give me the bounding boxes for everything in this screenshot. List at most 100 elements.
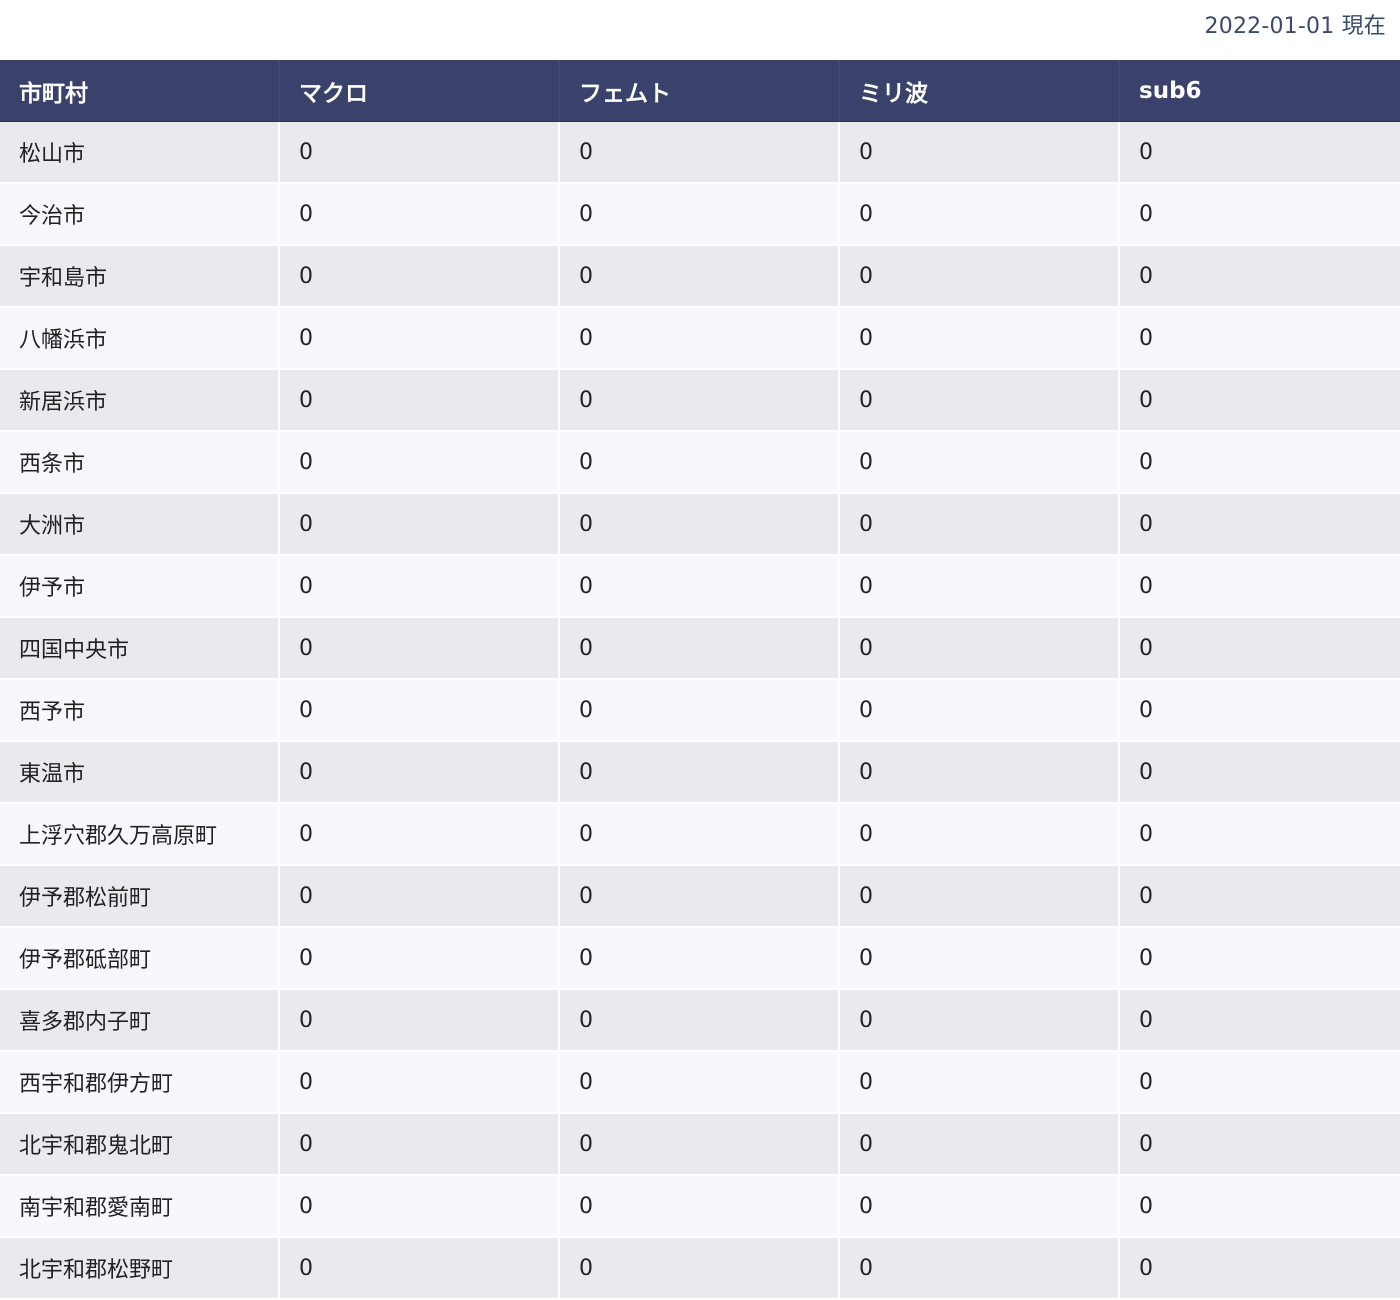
municipality-cell: 北宇和郡松野町 — [0, 1238, 280, 1300]
mmwave-cell: 0 — [840, 246, 1120, 308]
sub6-cell: 0 — [1120, 990, 1400, 1052]
top-bar: 2022-01-01 現在 — [0, 0, 1400, 60]
sub6-cell: 0 — [1120, 1114, 1400, 1176]
municipality-cell: 伊予市 — [0, 556, 280, 618]
municipality-cell: 東温市 — [0, 742, 280, 804]
macro-cell: 0 — [280, 432, 560, 494]
table-row: 松山市 0 0 0 0 — [0, 122, 1400, 184]
sub6-cell: 0 — [1120, 618, 1400, 680]
mmwave-cell: 0 — [840, 618, 1120, 680]
municipality-cell: 西予市 — [0, 680, 280, 742]
femto-cell: 0 — [560, 308, 840, 370]
sub6-cell: 0 — [1120, 432, 1400, 494]
sub6-cell: 0 — [1120, 680, 1400, 742]
sub6-cell: 0 — [1120, 494, 1400, 556]
sub6-cell: 0 — [1120, 556, 1400, 618]
femto-cell: 0 — [560, 246, 840, 308]
table-row: 北宇和郡松野町 0 0 0 0 — [0, 1238, 1400, 1300]
municipality-cell: 西宇和郡伊方町 — [0, 1052, 280, 1114]
sub6-cell: 0 — [1120, 122, 1400, 184]
mmwave-cell: 0 — [840, 742, 1120, 804]
macro-cell: 0 — [280, 742, 560, 804]
table-row: 伊予市 0 0 0 0 — [0, 556, 1400, 618]
column-header-municipality: 市町村 — [0, 60, 280, 122]
mmwave-cell: 0 — [840, 184, 1120, 246]
base-station-table: 市町村 マクロ フェムト ミリ波 sub6 松山市 0 0 0 0 今治市 0 0 0 0 宇和島市 0 0 0 0… — [0, 60, 1400, 1300]
mmwave-cell: 0 — [840, 1052, 1120, 1114]
municipality-cell: 上浮穴郡久万高原町 — [0, 804, 280, 866]
femto-cell: 0 — [560, 122, 840, 184]
municipality-cell: 伊予郡松前町 — [0, 866, 280, 928]
municipality-cell: 松山市 — [0, 122, 280, 184]
femto-cell: 0 — [560, 1114, 840, 1176]
table-row: 上浮穴郡久万高原町 0 0 0 0 — [0, 804, 1400, 866]
municipality-cell: 伊予郡砥部町 — [0, 928, 280, 990]
macro-cell: 0 — [280, 1238, 560, 1300]
mmwave-cell: 0 — [840, 866, 1120, 928]
femto-cell: 0 — [560, 618, 840, 680]
sub6-cell: 0 — [1120, 184, 1400, 246]
table-row: 喜多郡内子町 0 0 0 0 — [0, 990, 1400, 1052]
column-header-femto: フェムト — [560, 60, 840, 122]
macro-cell: 0 — [280, 308, 560, 370]
table-row: 西宇和郡伊方町 0 0 0 0 — [0, 1052, 1400, 1114]
macro-cell: 0 — [280, 618, 560, 680]
municipality-cell: 北宇和郡鬼北町 — [0, 1114, 280, 1176]
municipality-cell: 新居浜市 — [0, 370, 280, 432]
municipality-cell: 四国中央市 — [0, 618, 280, 680]
table-body: 松山市 0 0 0 0 今治市 0 0 0 0 宇和島市 0 0 0 0 八幡浜市 0 0 0 0 新居浜市 0 0 0 0 西条… — [0, 122, 1400, 1300]
macro-cell: 0 — [280, 1052, 560, 1114]
femto-cell: 0 — [560, 680, 840, 742]
mmwave-cell: 0 — [840, 556, 1120, 618]
macro-cell: 0 — [280, 122, 560, 184]
macro-cell: 0 — [280, 556, 560, 618]
municipality-cell: 喜多郡内子町 — [0, 990, 280, 1052]
femto-cell: 0 — [560, 370, 840, 432]
femto-cell: 0 — [560, 1052, 840, 1114]
mmwave-cell: 0 — [840, 1176, 1120, 1238]
sub6-cell: 0 — [1120, 804, 1400, 866]
table-row: 西予市 0 0 0 0 — [0, 680, 1400, 742]
sub6-cell: 0 — [1120, 1052, 1400, 1114]
table-row: 大洲市 0 0 0 0 — [0, 494, 1400, 556]
macro-cell: 0 — [280, 928, 560, 990]
table-row: 南宇和郡愛南町 0 0 0 0 — [0, 1176, 1400, 1238]
column-header-macro: マクロ — [280, 60, 560, 122]
sub6-cell: 0 — [1120, 370, 1400, 432]
mmwave-cell: 0 — [840, 990, 1120, 1052]
mmwave-cell: 0 — [840, 370, 1120, 432]
table-row: 今治市 0 0 0 0 — [0, 184, 1400, 246]
mmwave-cell: 0 — [840, 1238, 1120, 1300]
table-row: 北宇和郡鬼北町 0 0 0 0 — [0, 1114, 1400, 1176]
column-header-sub6: sub6 — [1120, 60, 1400, 122]
femto-cell: 0 — [560, 742, 840, 804]
femto-cell: 0 — [560, 1176, 840, 1238]
mmwave-cell: 0 — [840, 928, 1120, 990]
macro-cell: 0 — [280, 246, 560, 308]
mmwave-cell: 0 — [840, 494, 1120, 556]
femto-cell: 0 — [560, 804, 840, 866]
municipality-cell: 西条市 — [0, 432, 280, 494]
municipality-cell: 南宇和郡愛南町 — [0, 1176, 280, 1238]
femto-cell: 0 — [560, 1238, 840, 1300]
macro-cell: 0 — [280, 494, 560, 556]
table-row: 新居浜市 0 0 0 0 — [0, 370, 1400, 432]
macro-cell: 0 — [280, 990, 560, 1052]
femto-cell: 0 — [560, 494, 840, 556]
femto-cell: 0 — [560, 556, 840, 618]
femto-cell: 0 — [560, 432, 840, 494]
femto-cell: 0 — [560, 184, 840, 246]
table-row: 伊予郡砥部町 0 0 0 0 — [0, 928, 1400, 990]
macro-cell: 0 — [280, 184, 560, 246]
femto-cell: 0 — [560, 866, 840, 928]
macro-cell: 0 — [280, 866, 560, 928]
sub6-cell: 0 — [1120, 928, 1400, 990]
column-header-mmwave: ミリ波 — [840, 60, 1120, 122]
macro-cell: 0 — [280, 1114, 560, 1176]
sub6-cell: 0 — [1120, 742, 1400, 804]
macro-cell: 0 — [280, 804, 560, 866]
macro-cell: 0 — [280, 370, 560, 432]
table-row: 西条市 0 0 0 0 — [0, 432, 1400, 494]
mmwave-cell: 0 — [840, 122, 1120, 184]
sub6-cell: 0 — [1120, 308, 1400, 370]
